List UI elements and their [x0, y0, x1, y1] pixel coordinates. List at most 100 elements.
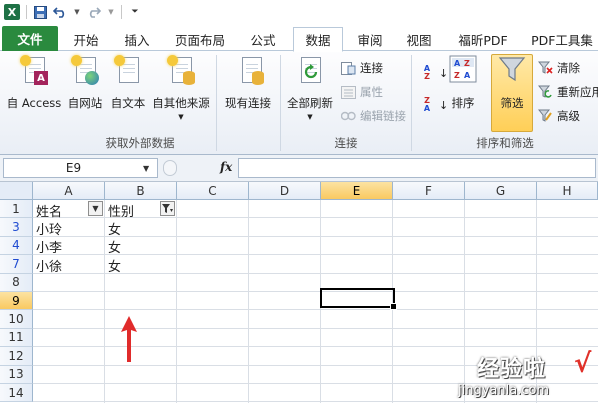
properties-button[interactable]: 属性 — [340, 84, 383, 100]
clear-filter-button[interactable]: 清除 — [537, 60, 580, 76]
cell-a4[interactable]: 小李 — [33, 238, 87, 256]
existing-connections-button[interactable]: 现有连接 — [221, 55, 275, 111]
watermark: 经验啦 √ jingyanla.com — [453, 349, 598, 403]
column-gridline — [248, 200, 249, 403]
tab-view[interactable]: 视图 — [398, 27, 440, 51]
tab-review[interactable]: 审阅 — [349, 27, 391, 51]
tab-page-layout[interactable]: 页面布局 — [167, 27, 233, 51]
svg-text:Z: Z — [464, 59, 470, 68]
watermark-check-icon: √ — [574, 349, 592, 379]
row-header-14[interactable]: 14 — [0, 384, 33, 403]
properties-icon — [340, 84, 356, 100]
cell-b7[interactable]: 女 — [105, 256, 159, 275]
connections-label: 连接 — [360, 61, 383, 75]
column-header-c[interactable]: C — [177, 182, 249, 200]
clear-label: 清除 — [557, 61, 580, 75]
funnel-icon — [498, 55, 526, 85]
watermark-title: 经验啦 — [477, 357, 547, 382]
column-header-g[interactable]: G — [465, 182, 537, 200]
column-gridline — [176, 200, 177, 403]
row-header-3[interactable]: 3 — [0, 218, 33, 237]
tab-insert[interactable]: 插入 — [114, 27, 160, 51]
connections-button[interactable]: 连接 — [340, 60, 383, 76]
formula-input[interactable] — [238, 158, 596, 178]
column-header-a[interactable]: A — [33, 182, 105, 200]
refresh-all-label: 全部刷新 — [287, 96, 333, 110]
column-header-f[interactable]: F — [393, 182, 465, 200]
cell-a7[interactable]: 小徐 — [33, 256, 87, 275]
excel-icon: X — [4, 4, 20, 20]
row-gridline — [33, 291, 598, 292]
undo-dropdown-icon[interactable]: ▼ — [73, 5, 81, 19]
svg-text:Z: Z — [454, 71, 460, 80]
from-other-sources-button[interactable]: 自其他来源 ▼ — [151, 55, 211, 121]
insert-function-icon[interactable]: fx — [220, 160, 232, 174]
customize-icon[interactable]: ⏷ — [128, 5, 142, 19]
name-box[interactable]: E9 ▼ — [3, 158, 158, 178]
row-header-1[interactable]: 1 — [0, 200, 33, 219]
sort-ascending-button[interactable]: AZ ↓ — [419, 65, 448, 81]
row-gridline — [33, 346, 598, 348]
filter-applied-icon[interactable] — [160, 201, 175, 216]
chevron-down-icon[interactable]: ▼ — [143, 164, 157, 173]
tab-formulas[interactable]: 公式 — [240, 27, 286, 51]
row-header-13[interactable]: 13 — [0, 365, 33, 384]
advanced-filter-icon — [537, 108, 553, 124]
existing-connections-label: 现有连接 — [225, 96, 271, 110]
cell-b3[interactable]: 女 — [105, 219, 159, 238]
sort-label: 排序 — [451, 96, 475, 110]
filter-button-content[interactable]: 筛选 — [491, 55, 533, 111]
save-icon[interactable] — [33, 5, 47, 19]
column-header-h[interactable]: H — [537, 182, 598, 200]
other-sources-icon — [167, 55, 195, 85]
from-web-button[interactable]: 自网站 — [64, 55, 106, 111]
reapply-label: 重新应用 — [557, 85, 598, 99]
tab-data[interactable]: 数据 — [293, 27, 343, 52]
advanced-filter-button[interactable]: 高级 — [537, 108, 580, 124]
tab-home[interactable]: 开始 — [63, 27, 109, 51]
row-header-12[interactable]: 12 — [0, 347, 33, 366]
advanced-label: 高级 — [557, 109, 580, 123]
row-header-8[interactable]: 8 — [0, 273, 33, 292]
tab-file[interactable]: 文件 — [2, 26, 58, 51]
cell-a3[interactable]: 小玲 — [33, 219, 87, 238]
filter-dropdown-icon[interactable]: ▼ — [88, 201, 103, 216]
filter-label: 筛选 — [500, 96, 524, 110]
from-other-label: 自其他来源 — [152, 96, 210, 110]
sort-descending-button[interactable]: ZA ↓ — [419, 97, 448, 113]
sort-button[interactable]: AZZA 排序 — [445, 55, 481, 111]
reapply-button[interactable]: 重新应用 — [537, 84, 598, 100]
column-header-e[interactable]: E — [321, 182, 393, 200]
edit-links-button[interactable]: 编辑链接 — [340, 108, 406, 124]
row-header-11[interactable]: 11 — [0, 328, 33, 348]
annotation-arrow — [121, 316, 137, 362]
row-header-9[interactable]: 9 — [0, 292, 33, 311]
connections-icon — [340, 60, 356, 76]
text-file-icon — [114, 55, 142, 85]
properties-label: 属性 — [360, 85, 383, 99]
from-text-button[interactable]: 自文本 — [107, 55, 149, 111]
refresh-icon — [296, 55, 324, 85]
from-web-label: 自网站 — [67, 96, 103, 110]
redo-dropdown-icon[interactable]: ▼ — [107, 5, 115, 19]
cell-a1[interactable]: 姓名 — [33, 201, 87, 220]
select-all-button[interactable] — [0, 182, 33, 200]
undo-icon[interactable] — [53, 5, 67, 19]
formula-bar-resize-handle[interactable] — [163, 160, 177, 176]
refresh-all-button[interactable]: 全部刷新 ▼ — [284, 55, 336, 121]
group-label-connections: 连接 — [334, 136, 358, 150]
tab-foxit-pdf[interactable]: 福昕PDF — [451, 27, 515, 51]
row-header-4[interactable]: 4 — [0, 236, 33, 256]
cell-b1[interactable]: 性别 — [105, 201, 159, 220]
from-access-button[interactable]: A 自 Access — [5, 55, 63, 111]
name-box-value: E9 — [65, 161, 82, 175]
row-header-7[interactable]: 7 — [0, 255, 33, 274]
row-gridline — [33, 309, 598, 311]
row-header-10[interactable]: 10 — [0, 310, 33, 329]
tab-pdf-tools[interactable]: PDF工具集 — [528, 27, 596, 51]
cell-b4[interactable]: 女 — [105, 238, 159, 256]
redo-icon[interactable] — [87, 5, 101, 19]
column-header-d[interactable]: D — [249, 182, 321, 200]
column-header-b[interactable]: B — [105, 182, 177, 200]
active-cell-e9[interactable] — [320, 288, 397, 310]
